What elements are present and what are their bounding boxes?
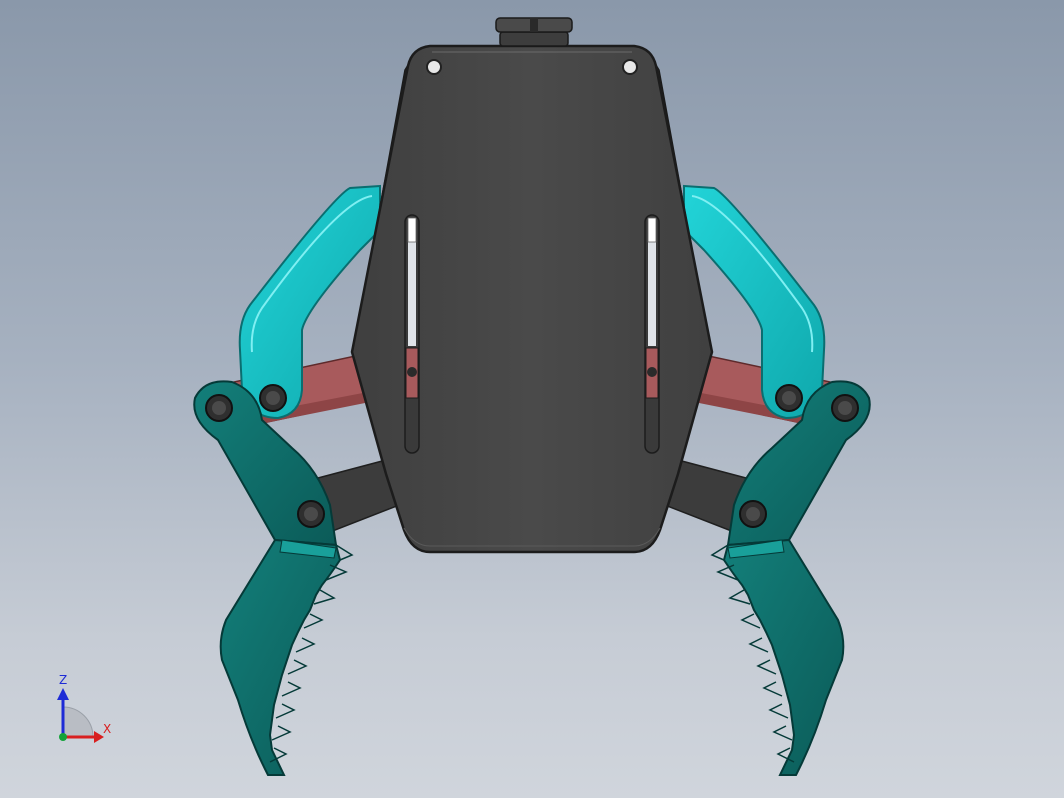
y-axis-point: [59, 733, 67, 741]
z-axis-arrow: [57, 688, 69, 700]
jaw-right[interactable]: [710, 380, 871, 776]
jaw-left[interactable]: [193, 380, 354, 776]
top-connector[interactable]: [495, 17, 573, 47]
z-axis-label: Z: [59, 673, 67, 687]
mount-hole-left: [426, 59, 442, 75]
view-orientation-triad: Z X: [57, 673, 111, 743]
triad-plane: [62, 706, 94, 738]
pin-right-upper: [775, 384, 803, 412]
gripper-assembly-model[interactable]: [0, 0, 1064, 798]
pin-right-outer: [831, 394, 859, 422]
guide-slot-left: [404, 214, 420, 454]
pin-right-lower: [739, 500, 767, 528]
guide-slot-right: [644, 214, 660, 454]
pin-left-lower: [297, 500, 325, 528]
cad-graphics-viewport[interactable]: Z X: [0, 0, 1064, 798]
x-axis-label: X: [103, 722, 111, 736]
pin-left-upper: [259, 384, 287, 412]
mount-hole-right: [622, 59, 638, 75]
pin-left-outer: [205, 394, 233, 422]
